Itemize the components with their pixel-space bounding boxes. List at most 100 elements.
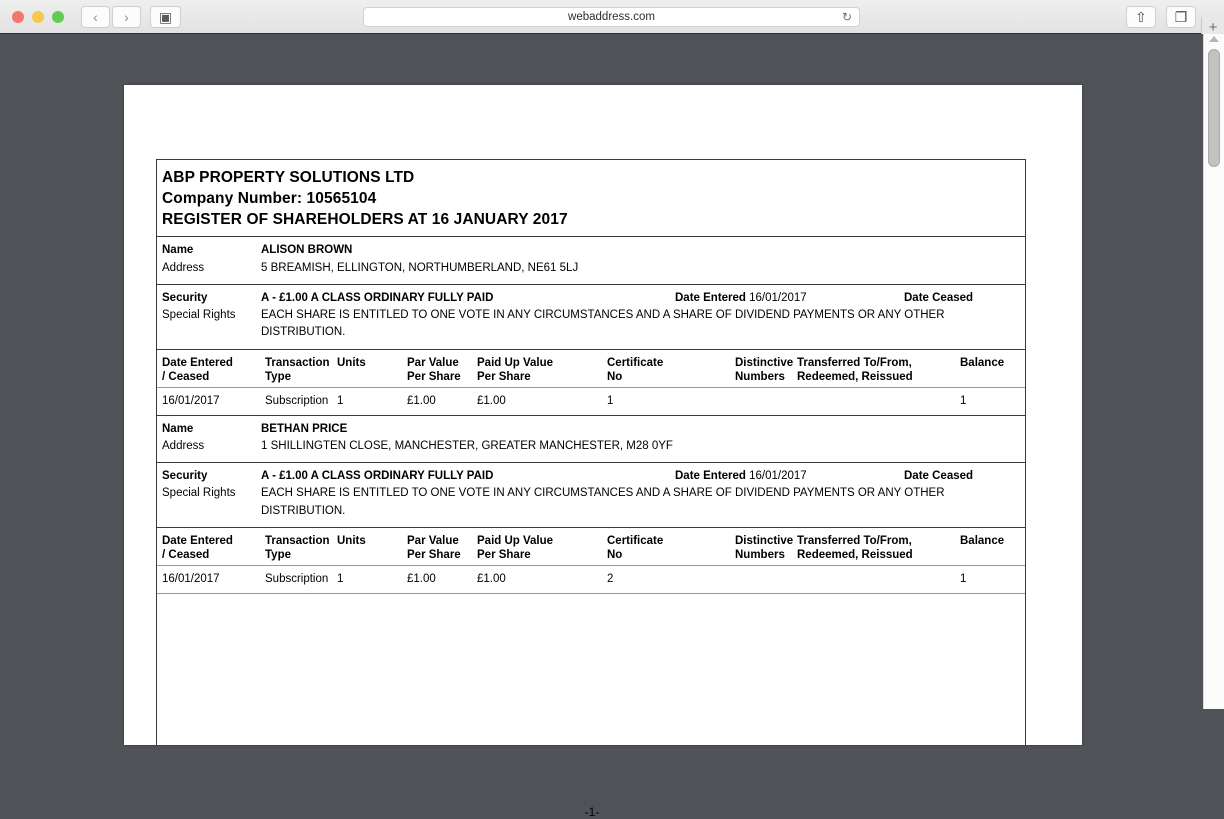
- col-header-transferred-line2: Redeemed, Reissued: [797, 370, 913, 384]
- col-header-date-entered: Date Entered / Ceased: [162, 534, 233, 563]
- shareholder-address: 1 SHILLINGTEN CLOSE, MANCHESTER, GREATER…: [261, 438, 673, 456]
- address-label: Address: [157, 438, 261, 456]
- col-header-date-entered-line1: Date Entered: [162, 534, 233, 548]
- security-label: Security: [157, 290, 261, 307]
- address-bar-url: webaddress.com: [568, 11, 655, 23]
- scroll-up-icon[interactable]: [1209, 36, 1219, 42]
- col-header-transaction-type-line1: Transaction: [265, 356, 330, 370]
- col-header-certificate-no-line2: No: [607, 548, 663, 562]
- security-block: Security A - £1.00 A CLASS ORDINARY FULL…: [157, 284, 1025, 349]
- minimize-window-button[interactable]: [32, 11, 44, 23]
- security-label: Security: [157, 468, 261, 485]
- back-button[interactable]: ‹: [81, 6, 110, 28]
- cell-certificate-no: 2: [607, 572, 613, 586]
- shareholder-register-table: ABP PROPERTY SOLUTIONS LTD Company Numbe…: [156, 159, 1026, 745]
- date-ceased-label: Date Ceased: [904, 292, 973, 304]
- shareholder-identity-block: Name ALISON BROWN Address 5 BREAMISH, EL…: [157, 236, 1025, 284]
- col-header-paid-up-value-line1: Paid Up Value: [477, 356, 553, 370]
- col-header-par-value-line1: Par Value: [407, 356, 461, 370]
- cell-date: 16/01/2017: [162, 572, 220, 586]
- col-header-paid-up-value-line1: Paid Up Value: [477, 534, 553, 548]
- col-header-distinctive-numbers-line2: Numbers: [735, 548, 793, 562]
- col-header-date-entered-line2: / Ceased: [162, 548, 233, 562]
- window-controls: [0, 11, 64, 23]
- cell-balance: 1: [960, 572, 966, 586]
- col-header-transaction-type: Transaction Type: [265, 356, 330, 385]
- pdf-viewer-background: ABP PROPERTY SOLUTIONS LTD Company Numbe…: [0, 34, 1203, 709]
- col-header-balance: Balance: [960, 534, 1004, 548]
- document-title-block: ABP PROPERTY SOLUTIONS LTD Company Numbe…: [157, 160, 1025, 236]
- col-header-transaction-type-line1: Transaction: [265, 534, 330, 548]
- special-rights-label: Special Rights: [157, 307, 261, 342]
- col-header-transaction-type-line2: Type: [265, 548, 330, 562]
- forward-button[interactable]: ›: [112, 6, 141, 28]
- col-header-transaction-type-line2: Type: [265, 370, 330, 384]
- col-header-distinctive-numbers: Distinctive Numbers: [735, 356, 793, 385]
- col-header-transferred-line1: Transferred To/From,: [797, 356, 913, 370]
- reload-icon[interactable]: ↻: [842, 11, 852, 23]
- date-ceased-label: Date Ceased: [904, 470, 973, 482]
- col-header-units: Units: [337, 356, 366, 370]
- special-rights-label: Special Rights: [157, 485, 261, 520]
- col-header-certificate-no-line1: Certificate: [607, 534, 663, 548]
- col-header-distinctive-numbers-line1: Distinctive: [735, 356, 793, 370]
- scrollbar-thumb[interactable]: [1208, 49, 1220, 167]
- special-rights-line-2: DISTRIBUTION.: [261, 324, 1025, 341]
- date-entered-value: 16/01/2017: [749, 470, 807, 482]
- address-label: Address: [157, 260, 261, 278]
- col-header-par-value-line2: Per Share: [407, 548, 461, 562]
- col-header-date-entered-line2: / Ceased: [162, 370, 233, 384]
- address-bar[interactable]: webaddress.com ↻: [363, 7, 860, 27]
- col-header-balance: Balance: [960, 356, 1004, 370]
- toolbar-right-actions: ⇧ ❐: [1126, 6, 1196, 28]
- col-header-distinctive-numbers: Distinctive Numbers: [735, 534, 793, 563]
- transaction-header-row: Date Entered / Ceased Transaction Type U…: [157, 527, 1025, 565]
- name-label: Name: [157, 242, 261, 260]
- register-heading: REGISTER OF SHAREHOLDERS AT 16 JANUARY 2…: [162, 209, 1020, 230]
- vertical-scrollbar[interactable]: [1203, 34, 1224, 709]
- cell-paid-up-value: £1.00: [477, 572, 506, 586]
- date-ceased-field: Date Ceased: [904, 468, 973, 485]
- navigation-buttons: ‹ › ▣: [81, 6, 181, 28]
- col-header-paid-up-value: Paid Up Value Per Share: [477, 356, 553, 385]
- cell-par-value: £1.00: [407, 394, 436, 408]
- col-header-par-value-line2: Per Share: [407, 370, 461, 384]
- table-row: 16/01/2017 Subscription 1 £1.00 £1.00 2 …: [157, 565, 1025, 593]
- date-entered-field: Date Entered 16/01/2017: [675, 468, 807, 485]
- col-header-transferred: Transferred To/From, Redeemed, Reissued: [797, 534, 913, 563]
- name-label: Name: [157, 421, 261, 439]
- col-header-units: Units: [337, 534, 366, 548]
- table-row: 16/01/2017 Subscription 1 £1.00 £1.00 1 …: [157, 387, 1025, 415]
- shareholder-name: ALISON BROWN: [261, 242, 352, 260]
- share-icon[interactable]: ⇧: [1126, 6, 1156, 28]
- special-rights-line-1: EACH SHARE IS ENTITLED TO ONE VOTE IN AN…: [261, 485, 1025, 502]
- security-block: Security A - £1.00 A CLASS ORDINARY FULL…: [157, 462, 1025, 527]
- col-header-certificate-no-line2: No: [607, 370, 663, 384]
- company-name: ABP PROPERTY SOLUTIONS LTD: [162, 167, 1020, 188]
- company-number: Company Number: 10565104: [162, 188, 1020, 209]
- page-number: -1-: [157, 805, 1027, 819]
- col-header-transaction-type: Transaction Type: [265, 534, 330, 563]
- cell-transaction-type: Subscription: [265, 572, 328, 586]
- date-entered-label: Date Entered: [675, 292, 746, 304]
- date-ceased-field: Date Ceased: [904, 290, 973, 307]
- tabs-overview-icon[interactable]: ❐: [1166, 6, 1196, 28]
- special-rights-line-1: EACH SHARE IS ENTITLED TO ONE VOTE IN AN…: [261, 307, 1025, 324]
- col-header-par-value: Par Value Per Share: [407, 356, 461, 385]
- special-rights-text: EACH SHARE IS ENTITLED TO ONE VOTE IN AN…: [261, 485, 1025, 520]
- cell-balance: 1: [960, 394, 966, 408]
- special-rights-line-2: DISTRIBUTION.: [261, 503, 1025, 520]
- cell-par-value: £1.00: [407, 572, 436, 586]
- sidebar-toggle-icon[interactable]: ▣: [150, 6, 181, 28]
- col-header-distinctive-numbers-line1: Distinctive: [735, 534, 793, 548]
- cell-units: 1: [337, 394, 343, 408]
- col-header-date-entered-line1: Date Entered: [162, 356, 233, 370]
- cell-date: 16/01/2017: [162, 394, 220, 408]
- close-window-button[interactable]: [12, 11, 24, 23]
- maximize-window-button[interactable]: [52, 11, 64, 23]
- col-header-date-entered: Date Entered / Ceased: [162, 356, 233, 385]
- col-header-transferred-line2: Redeemed, Reissued: [797, 548, 913, 562]
- shareholder-address: 5 BREAMISH, ELLINGTON, NORTHUMBERLAND, N…: [261, 260, 578, 278]
- col-header-transferred-line1: Transferred To/From,: [797, 534, 913, 548]
- date-entered-value: 16/01/2017: [749, 292, 807, 304]
